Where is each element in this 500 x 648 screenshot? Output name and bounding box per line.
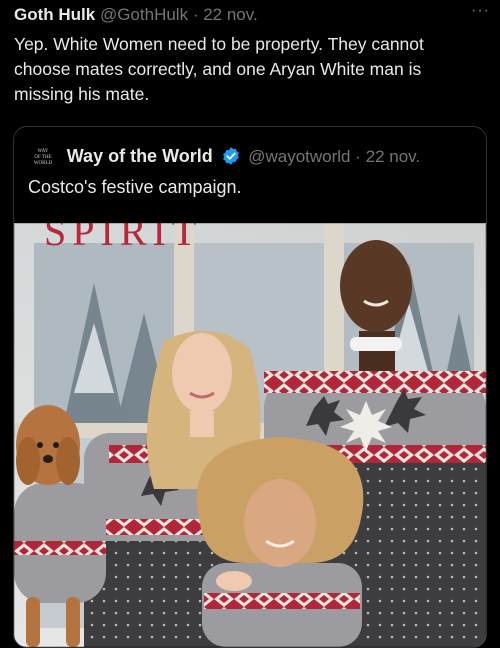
- tweet[interactable]: Goth Hulk @GothHulk · 22 nov. ··· Yep. W…: [0, 0, 500, 648]
- separator-dot: ·: [355, 147, 361, 166]
- campaign-photo[interactable]: SPIRIT: [14, 223, 486, 647]
- quoted-tweet-header: WAY OF THE WORLD Way of the World @wayot…: [28, 143, 420, 169]
- separator-dot: ·: [192, 5, 199, 24]
- tweet-text: Yep. White Women need to be property. Th…: [14, 34, 424, 104]
- avatar[interactable]: WAY OF THE WORLD: [28, 143, 58, 169]
- quoted-tweet[interactable]: WAY OF THE WORLD Way of the World @wayot…: [13, 126, 487, 648]
- author-name[interactable]: Goth Hulk: [14, 5, 95, 24]
- photo-banner-text: SPIRIT: [44, 223, 202, 254]
- quoted-timestamp[interactable]: 22 nov.: [366, 147, 421, 166]
- more-options-icon[interactable]: ···: [471, 2, 490, 20]
- avatar-line: OF THE: [34, 155, 52, 160]
- avatar-line: WORLD: [33, 161, 53, 166]
- quoted-author-handle[interactable]: @wayotworld: [248, 147, 350, 166]
- avatar-line: WAY: [37, 149, 49, 154]
- author-handle[interactable]: @GothHulk: [100, 5, 188, 24]
- tweet-header: Goth Hulk @GothHulk · 22 nov.: [14, 4, 258, 26]
- verified-badge-icon: [223, 147, 240, 165]
- quoted-tweet-text: Costco's festive campaign.: [28, 177, 242, 197]
- quoted-author-name[interactable]: Way of the World: [67, 146, 213, 166]
- child-figure: [196, 437, 364, 647]
- timestamp[interactable]: 22 nov.: [203, 5, 258, 24]
